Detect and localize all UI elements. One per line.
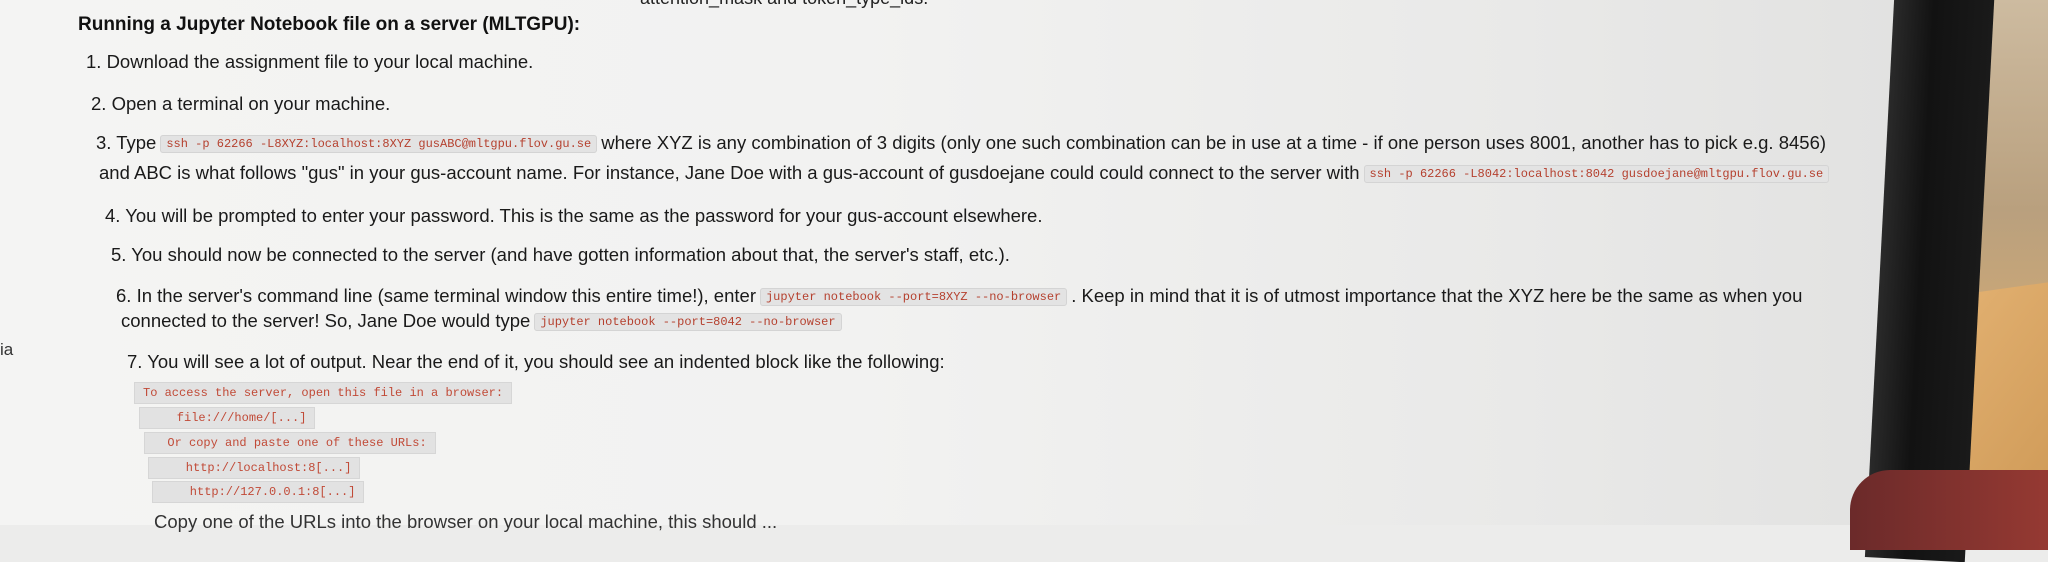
notebook-page: attention_mask and token_type_ids. Runni…	[0, 0, 1900, 532]
step-6-continued: connected to the server! So, Jane Doe wo…	[121, 309, 846, 334]
step-5: 5. You should now be connected to the se…	[111, 244, 1010, 265]
output-block-line: To access the server, open this file in …	[134, 382, 513, 404]
output-block-line: Or copy and paste one of these URLs:	[144, 432, 436, 454]
step-6-line2: connected to the server! So, Jane Doe wo…	[121, 310, 531, 331]
output-block-line: http://localhost:8[...]	[148, 457, 361, 479]
step-8-partial: Copy one of the URLs into the browser on…	[154, 511, 778, 532]
step-6-prefix: 6. In the server's command line (same te…	[116, 285, 756, 306]
output-block-line: http://127.0.0.1:8[...]	[152, 481, 365, 503]
jupyter-command-code: jupyter notebook --port=8XYZ --no-browse…	[759, 288, 1068, 306]
step-3-prefix: 3. Type	[96, 132, 157, 153]
output-block-line: file:///home/[...]	[139, 407, 316, 429]
step-3-text: where XYZ is any combination of 3 digits…	[601, 132, 1827, 153]
cut-off-text: attention_mask and token_type_ids.	[640, 0, 928, 9]
ssh-example-code: ssh -p 62266 -L8042:localhost:8042 gusdo…	[1363, 165, 1830, 183]
step-7: 7. You will see a lot of output. Near th…	[127, 351, 945, 372]
jupyter-example-code: jupyter notebook --port=8042 --no-browse…	[534, 313, 842, 331]
left-edge-text: ia	[0, 340, 14, 359]
step-3: 3. Type ssh -p 62266 -L8XYZ:localhost:8XY…	[96, 131, 1826, 156]
step-2: 2. Open a terminal on your machine.	[91, 93, 391, 114]
step-3-continued: and ABC is what follows "gus" in your gu…	[99, 161, 1833, 186]
step-6-suffix: . Keep in mind that it is of utmost impo…	[1071, 285, 1803, 306]
step-4: 4. You will be prompted to enter your pa…	[105, 205, 1043, 226]
ssh-command-code: ssh -p 62266 -L8XYZ:localhost:8XYZ gusAB…	[160, 135, 598, 153]
step-3-line2: and ABC is what follows "gus" in your gu…	[99, 162, 1360, 183]
section-heading: Running a Jupyter Notebook file on a ser…	[78, 14, 581, 35]
red-object	[1850, 470, 2048, 550]
step-1: 1. Download the assignment file to your …	[86, 51, 534, 72]
step-6: 6. In the server's command line (same te…	[116, 284, 1802, 309]
